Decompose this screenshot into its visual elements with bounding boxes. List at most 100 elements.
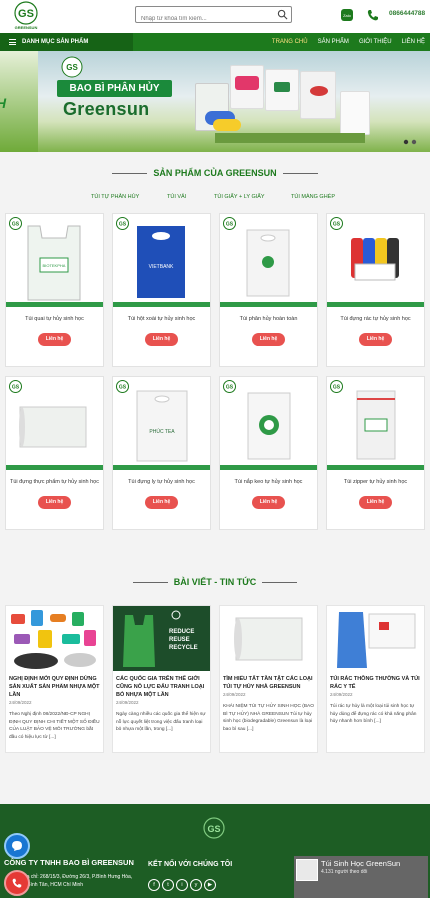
instagram-icon[interactable]: i bbox=[176, 879, 188, 891]
phone-icon[interactable] bbox=[366, 8, 380, 22]
greensun-badge-icon: GS bbox=[9, 217, 22, 230]
post-image-text-reduce: REDUCE bbox=[169, 629, 195, 635]
product-name[interactable]: Túi đựng rác tự hủy sinh học bbox=[327, 310, 424, 327]
tab-biodegradable[interactable]: TÚI TỰ PHÂN HỦY bbox=[91, 194, 139, 200]
product-card[interactable]: GS PHÚC TEA Túi đựng ly tự hủy sinh học … bbox=[112, 376, 211, 530]
category-menu-button[interactable]: DANH MỤC SẢN PHẨM bbox=[0, 33, 133, 51]
menu-item-about[interactable]: GIỚI THIỆU bbox=[354, 33, 397, 51]
tab-laminated-bag[interactable]: TÚI MÀNG GHÉP bbox=[291, 194, 335, 200]
product-image[interactable]: GS PHÚC TEA bbox=[113, 377, 210, 470]
facebook-page-followers: 4.131 người theo dõi bbox=[321, 869, 368, 875]
product-name[interactable]: Túi đựng ly tự hủy sinh học bbox=[113, 473, 210, 490]
footer-social-links: f t i y ▶ bbox=[148, 879, 218, 891]
youtube-icon[interactable]: y bbox=[190, 879, 202, 891]
banner-brand: Greensun bbox=[63, 99, 150, 119]
twitter-icon[interactable]: t bbox=[162, 879, 174, 891]
contact-button[interactable]: Liên hệ bbox=[145, 496, 178, 509]
search-icon[interactable] bbox=[277, 9, 288, 20]
menu-item-products[interactable]: SẢN PHẨM bbox=[313, 33, 354, 51]
blog-post-card[interactable]: REDUCE REUSE RECYCLE CÁC QUỐC GIA TRÊN T… bbox=[112, 605, 211, 753]
product-name[interactable]: Túi quai tự hủy sinh học bbox=[6, 310, 103, 327]
banner-clear-bag bbox=[340, 91, 370, 135]
contact-button[interactable]: Liên hệ bbox=[359, 333, 392, 346]
product-name[interactable]: Túi phân hủy hoàn toàn bbox=[220, 310, 317, 327]
contact-button[interactable]: Liên hệ bbox=[252, 333, 285, 346]
menu-item-home[interactable]: TRANG CHỦ bbox=[267, 33, 313, 51]
bag-roll-illustration bbox=[234, 617, 303, 661]
call-float-button[interactable] bbox=[4, 870, 30, 896]
product-image[interactable]: GS bbox=[220, 377, 317, 470]
product-image-footer-bar bbox=[327, 465, 424, 470]
product-name[interactable]: Túi hột xoài tự hủy sinh học bbox=[113, 310, 210, 327]
product-image[interactable]: GS bbox=[6, 377, 103, 470]
slider-dots[interactable] bbox=[403, 139, 421, 145]
header-phone-number[interactable]: 0866444788 bbox=[389, 10, 425, 17]
facebook-page-widget[interactable]: Túi Sinh Học GreenSun 4.131 người theo d… bbox=[294, 856, 428, 898]
contact-button[interactable]: Liên hệ bbox=[252, 496, 285, 509]
contact-button[interactable]: Liên hệ bbox=[38, 496, 71, 509]
svg-text:GS: GS bbox=[12, 222, 20, 228]
recycle-icon bbox=[171, 610, 181, 620]
product-image-footer-bar bbox=[6, 465, 103, 470]
post-title[interactable]: TÌM HIỂU TẤT TẦN TẬT CÁC LOẠI TÚI TỰ HỦY… bbox=[220, 671, 317, 691]
banner-yellow-roll bbox=[213, 119, 241, 131]
post-image[interactable]: REDUCE REUSE RECYCLE bbox=[113, 606, 210, 671]
menu-item-contact[interactable]: LIÊN HỆ bbox=[397, 33, 430, 51]
plastic-items-illustration bbox=[11, 610, 96, 669]
post-title[interactable]: CÁC QUỐC GIA TRÊN THẾ GIỚI CŨNG NỖ LỰC Đ… bbox=[113, 671, 210, 699]
post-excerpt: Ngày càng nhiều các quốc gia thể hiện sự… bbox=[116, 712, 206, 732]
product-name[interactable]: Túi đựng thực phẩm tự hủy sinh học bbox=[6, 473, 103, 490]
product-card[interactable]: GS BIOTEKPHA Túi quai tự hủy sinh học Li… bbox=[5, 213, 104, 367]
post-image[interactable] bbox=[6, 606, 103, 671]
messenger-float-button[interactable] bbox=[4, 833, 30, 859]
product-card[interactable]: GS Túi đựng rác tự hủy sinh học Liên hệ bbox=[326, 213, 425, 367]
top-menu: TRANG CHỦ SẢN PHẨM GIỚI THIỆU LIÊN HỆ bbox=[267, 33, 430, 51]
product-card[interactable]: GS Túi phân hủy hoàn toàn Liên hệ bbox=[219, 213, 318, 367]
contact-button[interactable]: Liên hệ bbox=[145, 333, 178, 346]
blog-post-card[interactable]: TÚI RÁC THÔNG THƯỜNG VÀ TÚI RÁC Y TẾ 24/… bbox=[326, 605, 425, 753]
tab-fabric-bag[interactable]: TÚI VẢI bbox=[167, 194, 186, 200]
post-title[interactable]: TÚI RÁC THÔNG THƯỜNG VÀ TÚI RÁC Y TẾ bbox=[327, 671, 424, 691]
product-name[interactable]: Túi zipper tự hủy sinh học bbox=[327, 473, 424, 490]
post-image[interactable] bbox=[220, 606, 317, 671]
footer-connect-title: KẾT NỐI VỚI CHÚNG TÔI bbox=[148, 861, 233, 868]
facebook-page-name[interactable]: Túi Sinh Học GreenSun bbox=[321, 859, 400, 868]
product-card[interactable]: GS VIETBANK Túi hột xoài tự hủy sinh học… bbox=[112, 213, 211, 367]
product-card[interactable]: GS Túi zipper tự hủy sinh học Liên hệ bbox=[326, 376, 425, 530]
product-card[interactable]: GS Túi nắp keo tự hủy sinh học Liên hệ bbox=[219, 376, 318, 530]
facebook-icon[interactable]: f bbox=[148, 879, 160, 891]
hero-banner[interactable]: H GS BAO BÌ PHÂN HỦY Greensun bbox=[0, 51, 430, 152]
greensun-badge-icon: GS bbox=[223, 380, 236, 393]
banner-babymom-bag bbox=[230, 65, 264, 109]
search-input[interactable] bbox=[136, 11, 274, 27]
product-card[interactable]: GS Túi đựng thực phẩm tự hủy sinh học Li… bbox=[5, 376, 104, 530]
svg-text:GS: GS bbox=[333, 222, 341, 228]
zipper-bag-illustration bbox=[356, 390, 396, 460]
product-image[interactable]: GS BIOTEKPHA bbox=[6, 214, 103, 307]
post-excerpt: KHÁI NIỆM TÚI TỰ HỦY SINH HỌC (BAO BÌ TỰ… bbox=[223, 704, 314, 732]
tab-paper-bag-cup[interactable]: TÚI GIẤY + LY GIẤY bbox=[214, 194, 265, 200]
blog-post-card[interactable]: TÌM HIỂU TẤT TẦN TẬT CÁC LOẠI TÚI TỰ HỦY… bbox=[219, 605, 318, 753]
play-icon[interactable]: ▶ bbox=[204, 879, 216, 891]
svg-text:GS: GS bbox=[333, 385, 341, 391]
contact-button[interactable]: Liên hệ bbox=[38, 333, 71, 346]
post-image[interactable] bbox=[327, 606, 424, 671]
post-title[interactable]: NGHỊ ĐỊNH MỚI QUY ĐỊNH DỪNG SẢN XUẤT SẢN… bbox=[6, 671, 103, 699]
svg-text:BIOTEKPHA: BIOTEKPHA bbox=[43, 263, 66, 268]
post-excerpt: Theo Nghị định 08/2022/NĐ-CP NGHỊ ĐỊNH Q… bbox=[9, 712, 100, 740]
product-image[interactable]: GS bbox=[327, 377, 424, 470]
product-image[interactable]: GS bbox=[327, 214, 424, 307]
green-bag-illustration bbox=[123, 615, 155, 667]
product-image[interactable]: GS bbox=[220, 214, 317, 307]
product-name[interactable]: Túi nắp keo tự hủy sinh học bbox=[220, 473, 317, 490]
logo-text: GS bbox=[18, 8, 34, 20]
greensun-badge-icon: GS bbox=[330, 217, 343, 230]
product-image[interactable]: GS VIETBANK bbox=[113, 214, 210, 307]
greensun-logo[interactable]: GS GREENSUN bbox=[4, 1, 48, 31]
blog-post-card[interactable]: NGHỊ ĐỊNH MỚI QUY ĐỊNH DỪNG SẢN XUẤT SẢN… bbox=[5, 605, 104, 753]
zalo-icon[interactable]: Zalo bbox=[340, 8, 354, 22]
svg-text:GS: GS bbox=[226, 385, 234, 391]
medical-bag-illustration bbox=[337, 612, 416, 668]
contact-button[interactable]: Liên hệ bbox=[359, 496, 392, 509]
footer-logo[interactable]: GS bbox=[200, 816, 228, 844]
